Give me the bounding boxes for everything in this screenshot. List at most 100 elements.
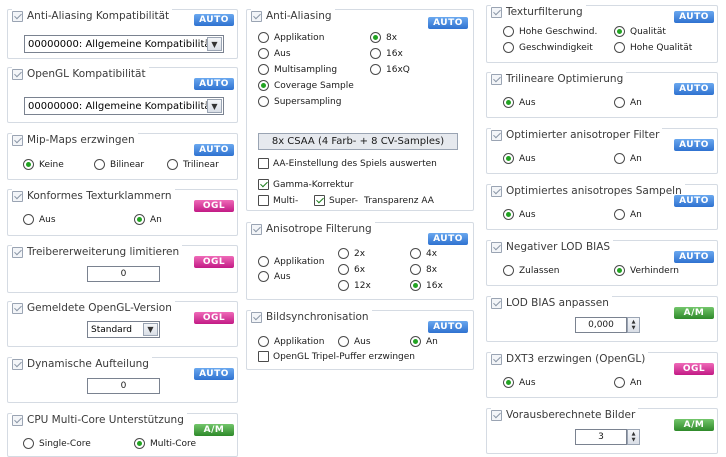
radio-button[interactable]: [370, 32, 381, 43]
neg-lod-option-verhindern[interactable]: Verhindern: [614, 265, 679, 276]
radio-button[interactable]: [410, 336, 421, 347]
radio-button[interactable]: [614, 377, 625, 388]
mipmaps-option-trilinear[interactable]: Trilinear: [167, 159, 219, 170]
radio-button[interactable]: [258, 256, 269, 267]
radio-button[interactable]: [614, 209, 625, 220]
lod-bias-input[interactable]: 0,000: [575, 317, 627, 333]
spin-down-icon[interactable]: ▼: [632, 325, 636, 331]
radio-button[interactable]: [503, 42, 514, 53]
aniso-sample-option-an[interactable]: An: [614, 209, 642, 220]
aniso-checkbox[interactable]: [251, 223, 262, 235]
lod-bias-checkbox[interactable]: [491, 297, 502, 309]
aa-compat-checkbox[interactable]: [12, 10, 23, 22]
radio-button[interactable]: [167, 159, 178, 170]
dyn-split-checkbox[interactable]: [12, 358, 23, 370]
radio-button[interactable]: [338, 280, 349, 291]
radio-button[interactable]: [258, 80, 269, 91]
radio-button[interactable]: [503, 377, 514, 388]
prerender-checkbox[interactable]: [491, 409, 502, 421]
radio-button[interactable]: [614, 42, 625, 53]
radio-button[interactable]: [614, 153, 625, 164]
aa-game-setting-option[interactable]: AA-Einstellung des Spiels auswerten: [258, 158, 437, 169]
radio-button[interactable]: [370, 64, 381, 75]
radio-button[interactable]: [503, 26, 514, 37]
radio-button[interactable]: [338, 248, 349, 259]
radio-button[interactable]: [258, 96, 269, 107]
multicore-option-single[interactable]: Single-Core: [23, 438, 91, 449]
aniso-level-4x[interactable]: 4x: [410, 248, 437, 259]
aa-level-16xq[interactable]: 16xQ: [370, 64, 410, 75]
vsync-checkbox[interactable]: [251, 311, 262, 323]
texfilter-option-qualitaet[interactable]: Qualität: [614, 26, 666, 37]
multi-transparency-checkbox[interactable]: [258, 195, 269, 206]
aniso-filter-option-aus[interactable]: Aus: [503, 153, 536, 164]
chevron-down-icon[interactable]: ▼: [207, 99, 222, 113]
aniso-level-8x[interactable]: 8x: [410, 264, 437, 275]
clamp-option-aus[interactable]: Aus: [23, 214, 56, 225]
aniso-mode-aus[interactable]: Aus: [258, 271, 291, 282]
aa-mode-applikation[interactable]: Applikation: [258, 32, 324, 43]
dxt3-option-an[interactable]: An: [614, 377, 642, 388]
aa-checkbox[interactable]: [251, 10, 262, 22]
radio-button[interactable]: [614, 97, 625, 108]
aniso-filter-option-an[interactable]: An: [614, 153, 642, 164]
aniso-level-6x[interactable]: 6x: [338, 264, 365, 275]
radio-button[interactable]: [503, 153, 514, 164]
radio-button[interactable]: [23, 214, 34, 225]
gamma-checkbox[interactable]: [258, 179, 269, 190]
aniso-mode-applikation[interactable]: Applikation: [258, 256, 324, 267]
aniso-sample-option-aus[interactable]: Aus: [503, 209, 536, 220]
aa-mode-supersampling[interactable]: Supersampling: [258, 96, 341, 107]
mipmaps-checkbox[interactable]: [12, 134, 23, 146]
triple-buffer-option[interactable]: OpenGL Tripel-Puffer erzwingen: [258, 351, 415, 362]
texfilter-option-hohe-qualitaet[interactable]: Hohe Qualität: [614, 42, 692, 53]
aniso-level-16x[interactable]: 16x: [410, 280, 443, 291]
trilinear-option-an[interactable]: An: [614, 97, 642, 108]
radio-button[interactable]: [503, 97, 514, 108]
ext-limit-checkbox[interactable]: [12, 246, 23, 258]
aa-mode-aus[interactable]: Aus: [258, 48, 291, 59]
radio-button[interactable]: [410, 248, 421, 259]
radio-button[interactable]: [258, 64, 269, 75]
aa-game-setting-checkbox[interactable]: [258, 158, 269, 169]
radio-button[interactable]: [23, 159, 34, 170]
trilinear-option-aus[interactable]: Aus: [503, 97, 536, 108]
dyn-split-input[interactable]: 0: [87, 378, 160, 394]
dxt3-option-aus[interactable]: Aus: [503, 377, 536, 388]
aniso-level-2x[interactable]: 2x: [338, 248, 365, 259]
neg-lod-option-zulassen[interactable]: Zulassen: [503, 265, 560, 276]
multicore-checkbox[interactable]: [12, 414, 23, 426]
aa-mode-multisampling[interactable]: Multisampling: [258, 64, 337, 75]
radio-button[interactable]: [503, 209, 514, 220]
gamma-option[interactable]: Gamma-Korrektur: [258, 179, 353, 190]
radio-button[interactable]: [338, 264, 349, 275]
texfilter-checkbox[interactable]: [491, 6, 502, 18]
radio-button[interactable]: [338, 336, 349, 347]
aniso-level-12x[interactable]: 12x: [338, 280, 371, 291]
radio-button[interactable]: [134, 438, 145, 449]
radio-button[interactable]: [410, 280, 421, 291]
vsync-option-an[interactable]: An: [410, 336, 438, 347]
aa-mode-coverage[interactable]: Coverage Sample: [258, 80, 354, 91]
ogl-version-select[interactable]: Standard ▼: [87, 321, 160, 338]
ogl-version-checkbox[interactable]: [12, 302, 23, 314]
radio-button[interactable]: [503, 265, 514, 276]
lod-bias-spinner[interactable]: ▲ ▼: [627, 317, 640, 333]
mipmaps-option-keine[interactable]: Keine: [23, 159, 64, 170]
ogl-compat-checkbox[interactable]: [12, 68, 23, 80]
aa-level-16x[interactable]: 16x: [370, 48, 403, 59]
clamp-checkbox[interactable]: [12, 190, 23, 202]
ogl-compat-select[interactable]: 00000000: Allgemeine Kompatibilität ▼: [24, 97, 224, 115]
dxt3-checkbox[interactable]: [491, 353, 502, 365]
aniso-sample-checkbox[interactable]: [491, 185, 502, 197]
chevron-down-icon[interactable]: ▼: [207, 37, 222, 51]
multi-transparency-option[interactable]: Multi-: [258, 195, 298, 206]
radio-button[interactable]: [94, 159, 105, 170]
radio-button[interactable]: [258, 48, 269, 59]
radio-button[interactable]: [258, 271, 269, 282]
radio-button[interactable]: [614, 265, 625, 276]
radio-button[interactable]: [134, 214, 145, 225]
prerender-input[interactable]: 3: [575, 429, 627, 445]
chevron-down-icon[interactable]: ▼: [143, 323, 158, 336]
ext-limit-input[interactable]: 0: [87, 266, 160, 282]
